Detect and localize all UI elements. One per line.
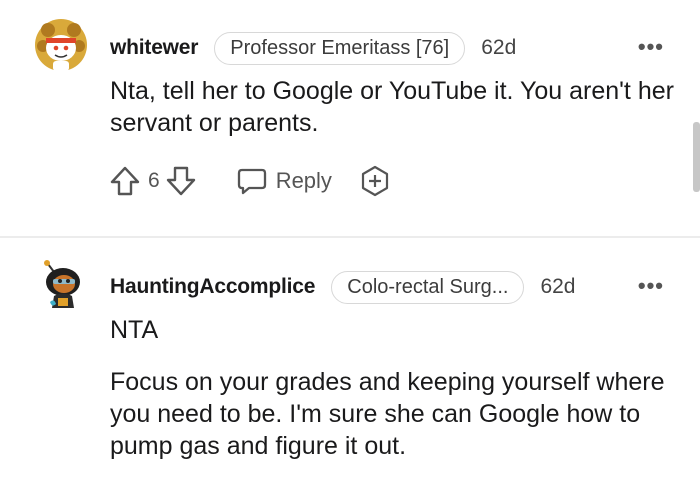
user-flair: Colo-rectal Surg... [331,270,525,304]
comment-header: HauntingAccomplice Colo-rectal Surg... 6… [110,269,575,305]
scrollbar[interactable] [693,122,700,192]
user-avatar[interactable] [36,258,90,312]
comment-text: NTA [110,316,159,344]
comment: HauntingAccomplice Colo-rectal Surg... 6… [0,0,700,460]
comment-text: Focus on your grades and keeping yoursel… [110,368,665,460]
comment-age: 62d [540,275,576,298]
username[interactable]: HauntingAccomplice [110,275,315,299]
more-options-icon[interactable]: ••• [638,273,664,299]
